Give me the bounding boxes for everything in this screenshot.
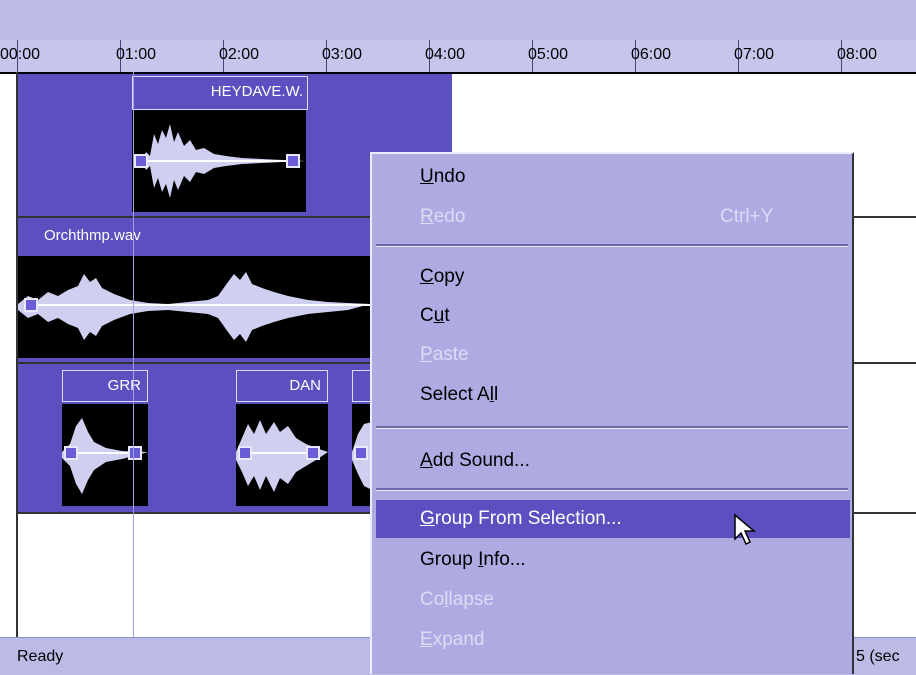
menu-separator — [376, 244, 848, 247]
playhead-cursor[interactable] — [133, 72, 134, 638]
accel-key: A — [420, 450, 433, 471]
envelope-handle[interactable] — [24, 298, 38, 312]
clip-name: GRR — [107, 377, 141, 394]
menu-item-redo[interactable]: Redo Ctrl+Y — [376, 198, 850, 236]
clip-label: DAN — [236, 370, 328, 402]
menu-item-label: Redo — [420, 206, 466, 227]
context-menu: Undo Redo Ctrl+Y Copy Cut Paste Select A… — [370, 152, 854, 674]
accel-key: u — [433, 305, 445, 326]
menu-item-label: Collapse — [420, 589, 494, 610]
clip-waveform — [352, 404, 372, 506]
clip-waveform — [132, 110, 306, 212]
ruler-label: 03:00 — [322, 46, 363, 63]
envelope-handle[interactable] — [286, 154, 300, 168]
envelope-handle[interactable] — [306, 446, 320, 460]
toolbar-area — [0, 0, 916, 40]
volume-envelope-line — [74, 452, 136, 454]
envelope-handle[interactable] — [128, 446, 142, 460]
menu-item-collapse[interactable]: Collapse — [376, 581, 850, 619]
volume-envelope-line — [32, 304, 370, 306]
menu-item-label: Expand — [420, 629, 485, 650]
menu-item-copy[interactable]: Copy — [376, 258, 850, 296]
clip-name: DAN — [289, 377, 321, 394]
menu-item-label: Cut — [420, 305, 450, 326]
track-3-group[interactable]: GRR DAN — [18, 364, 372, 512]
menu-shortcut: Ctrl+Y — [720, 206, 774, 227]
accel-key: G — [420, 508, 435, 529]
menu-item-paste[interactable]: Paste — [376, 336, 850, 374]
envelope-handle[interactable] — [238, 446, 252, 460]
menu-item-label: Copy — [420, 266, 465, 287]
menu-item-label: Group Info... — [420, 549, 526, 570]
accel-key: U — [420, 166, 434, 187]
clip-label: GRR — [62, 370, 148, 402]
clip-label: Orchthmp.wav — [18, 222, 370, 254]
menu-separator — [376, 488, 848, 491]
accel-key: l — [444, 589, 449, 610]
accel-key: R — [420, 206, 434, 227]
accel-key: l — [489, 384, 494, 405]
accel-key: P — [420, 344, 433, 365]
ruler-label: 01:00 — [116, 46, 157, 63]
menu-item-label: Select All — [420, 384, 499, 405]
menu-item-label: Group From Selection... — [420, 508, 622, 529]
clip-waveform — [18, 256, 370, 358]
menu-item-label: Paste — [420, 344, 469, 365]
clip-waveform — [62, 404, 148, 506]
menu-item-cut[interactable]: Cut — [376, 297, 850, 335]
timeline-ruler[interactable]: 00:00 01:00 02:00 03:00 04:00 05:00 06:0… — [0, 40, 916, 74]
status-text: Ready — [17, 648, 64, 665]
mouse-pointer-icon — [734, 513, 757, 546]
menu-item-select-all[interactable]: Select All — [376, 376, 850, 414]
menu-item-add-sound[interactable]: Add Sound... — [376, 442, 850, 480]
clip-name: Orchthmp.wav — [44, 227, 141, 244]
menu-item-label: Add Sound... — [420, 450, 530, 471]
ruler-label: 04:00 — [425, 46, 466, 63]
ruler-label: 06:00 — [631, 46, 672, 63]
clip-label — [352, 370, 372, 402]
clip-name: HEYDAVE.W. — [210, 83, 303, 100]
envelope-handle[interactable] — [64, 446, 78, 460]
accel-key: C — [420, 266, 434, 287]
envelope-handle[interactable] — [134, 154, 148, 168]
ruler-label: 07:00 — [734, 46, 775, 63]
envelope-handle[interactable] — [354, 446, 368, 460]
menu-item-undo[interactable]: Undo — [376, 158, 850, 196]
accel-key: E — [420, 629, 433, 650]
clip-waveform — [236, 404, 328, 506]
menu-item-group-info[interactable]: Group Info... — [376, 541, 850, 579]
volume-envelope-line — [140, 160, 298, 162]
menu-item-expand[interactable]: Expand — [376, 621, 850, 659]
ruler-label: 00:00 — [0, 46, 41, 63]
clip-label: HEYDAVE.W. — [132, 76, 308, 110]
ruler-label: 02:00 — [219, 46, 260, 63]
menu-separator — [376, 426, 848, 429]
menu-item-label: Undo — [420, 166, 466, 187]
accel-key: I — [478, 549, 484, 570]
menu-item-group-from-selection[interactable]: Group From Selection... — [376, 500, 850, 538]
status-time: 5 (sec — [856, 648, 900, 665]
ruler-label: 05:00 — [528, 46, 569, 63]
ruler-label: 08:00 — [837, 46, 878, 63]
